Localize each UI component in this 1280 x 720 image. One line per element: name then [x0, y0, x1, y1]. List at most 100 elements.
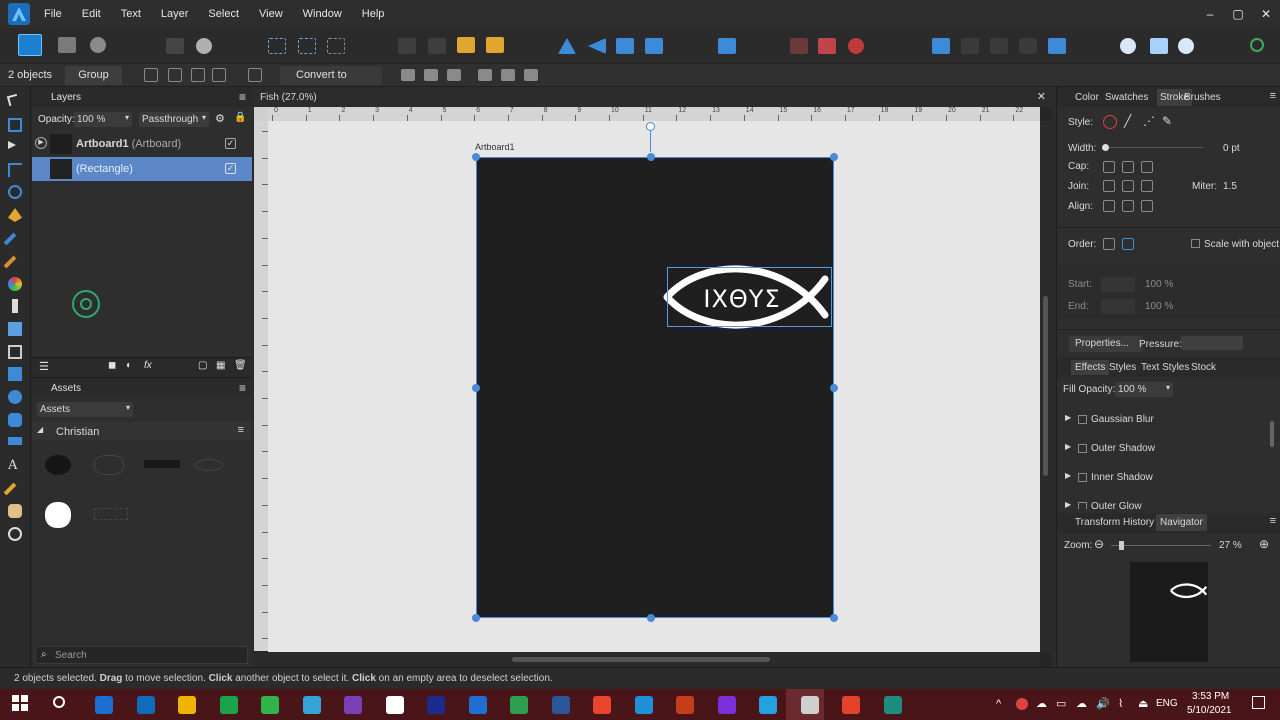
selection-box-icon[interactable]	[144, 68, 158, 82]
taskbar-app-icon[interactable]	[759, 696, 777, 714]
align-center-stroke-icon[interactable]	[1103, 200, 1115, 212]
add-layer-icon[interactable]: ▢	[198, 360, 207, 371]
taskbar-app-icon[interactable]	[178, 696, 196, 714]
flip-horizontal-icon[interactable]	[558, 38, 576, 54]
taskbar-app-icon[interactable]	[510, 696, 528, 714]
asset-splat-icon[interactable]	[45, 455, 71, 475]
arrange-backward-icon[interactable]	[428, 38, 446, 54]
texture-line-icon[interactable]: ✎	[1162, 114, 1172, 128]
show-hidden-icons-icon[interactable]: ^	[996, 698, 1001, 710]
snapping-icon[interactable]	[166, 38, 184, 54]
blend-mode-dropdown[interactable]: Passthrough ▾	[139, 112, 209, 127]
clock-time[interactable]: 3:53 PM	[1192, 691, 1229, 702]
asset-ellipse-icon[interactable]	[195, 459, 223, 471]
visibility-checkbox[interactable]: ✓	[225, 163, 236, 174]
end-scale-value[interactable]: 100 %	[1145, 301, 1173, 312]
width-slider-thumb[interactable]	[1102, 144, 1109, 151]
user-account-icon[interactable]	[1250, 38, 1264, 52]
search-icon[interactable]	[53, 696, 65, 708]
selection-anchor-icon[interactable]	[191, 68, 205, 82]
boolean-xor-icon[interactable]	[1019, 38, 1037, 54]
language-indicator[interactable]: ENG	[1156, 698, 1178, 709]
rotate-right-icon[interactable]	[645, 38, 663, 54]
transform-origin-icon[interactable]	[248, 68, 262, 82]
align-inside-stroke-icon[interactable]	[1122, 200, 1134, 212]
view-tool-icon[interactable]	[8, 504, 22, 518]
menu-edit[interactable]: Edit	[82, 8, 117, 20]
taskbar-app-icon[interactable]	[136, 696, 155, 714]
wifi-icon[interactable]: ⌇	[1118, 697, 1123, 710]
battery-icon[interactable]: ▭	[1056, 697, 1066, 710]
layers-tab[interactable]: Layers	[51, 92, 81, 103]
clip-icon[interactable]	[1150, 38, 1168, 54]
weather-icon[interactable]: ☁	[1036, 697, 1047, 710]
node-tool-icon[interactable]	[8, 141, 16, 149]
panel-menu-icon[interactable]: ≡	[239, 381, 246, 395]
menu-window[interactable]: Window	[303, 8, 358, 20]
transform-icon-3[interactable]	[327, 38, 345, 54]
tab-text-styles[interactable]: Text Styles	[1141, 362, 1189, 373]
visibility-checkbox[interactable]: ✓	[225, 138, 236, 149]
artboard-tool-icon[interactable]	[8, 118, 22, 132]
arrange-front-icon[interactable]	[486, 37, 504, 53]
ruler-origin[interactable]	[254, 107, 268, 121]
boolean-subtract-icon[interactable]	[961, 38, 979, 54]
start-arrow-dropdown[interactable]	[1101, 277, 1135, 292]
horizontal-scrollbar[interactable]	[254, 652, 1040, 667]
taskbar-app-icon[interactable]	[842, 696, 860, 714]
dashed-line-icon[interactable]: ⋰	[1143, 114, 1155, 128]
horizontal-scroll-thumb[interactable]	[512, 657, 770, 662]
width-slider[interactable]	[1102, 144, 1203, 151]
category-menu-icon[interactable]: ≡	[238, 424, 244, 436]
color-picker-tool-icon[interactable]	[3, 482, 17, 496]
ellipse-tool-icon[interactable]	[8, 390, 22, 404]
transform-icon-2[interactable]	[298, 38, 316, 54]
pen-tool-icon[interactable]	[8, 208, 22, 222]
asset-scribble-icon[interactable]	[94, 508, 128, 520]
text-tool-icon[interactable]: A	[8, 459, 22, 473]
miter-join-icon[interactable]	[1103, 180, 1115, 192]
handle-top[interactable]	[647, 153, 655, 161]
group-layer-icon[interactable]: ▦	[216, 360, 225, 371]
outer-shadow-checkbox[interactable]	[1078, 444, 1087, 453]
zoom-out-icon[interactable]: ⊖	[1094, 537, 1104, 551]
pixel-persona-icon[interactable]	[58, 37, 76, 53]
panel-menu-icon[interactable]: ≡	[1270, 515, 1276, 527]
notifications-icon[interactable]	[1252, 696, 1265, 709]
panel-menu-icon[interactable]: ≡	[1270, 90, 1276, 102]
layer-row-rectangle[interactable]: (Rectangle) ✓	[32, 157, 252, 181]
width-value[interactable]: 0 pt	[1223, 143, 1240, 154]
gaussian-blur-checkbox[interactable]	[1078, 415, 1087, 424]
handle-left[interactable]	[472, 384, 480, 392]
menu-help[interactable]: Help	[362, 8, 401, 20]
taskbar-app-icon[interactable]	[551, 696, 570, 714]
group-button[interactable]: Group	[65, 66, 122, 85]
flip-vertical-icon[interactable]	[588, 38, 606, 54]
designer-persona-icon[interactable]	[18, 34, 42, 56]
convert-to-curves-button[interactable]: Convert to Curves	[280, 66, 382, 100]
lock-icon[interactable]: 🔒	[234, 112, 246, 123]
pressure-graph[interactable]	[1181, 336, 1243, 350]
taskbar-app-icon[interactable]	[717, 696, 736, 714]
taskbar-app-icon[interactable]	[883, 696, 902, 714]
transform-icon-1[interactable]	[268, 38, 286, 54]
align-middle-icon[interactable]	[501, 69, 515, 81]
properties-button[interactable]: Properties...	[1069, 336, 1143, 352]
square-cap-icon[interactable]	[1141, 161, 1153, 173]
layer-stack-icon[interactable]: ☰	[39, 360, 49, 373]
document-tab[interactable]: Fish (27.0%) ✕	[254, 87, 1052, 107]
navigator-preview[interactable]	[1130, 562, 1208, 662]
handle-bottom[interactable]	[647, 614, 655, 622]
insert-target-icon[interactable]	[818, 38, 836, 54]
arrow-shape-tool-icon[interactable]	[8, 437, 22, 445]
minimize-button[interactable]: –	[1196, 0, 1224, 28]
rotate-handle[interactable]	[646, 122, 655, 131]
align-right-icon[interactable]	[447, 69, 461, 81]
crop-tool-icon[interactable]	[8, 345, 22, 359]
zoom-tool-icon[interactable]	[8, 527, 22, 541]
asset-category-header[interactable]: ◢ Christian ≡	[32, 422, 252, 440]
arrange-back-icon[interactable]	[398, 38, 416, 54]
menu-view[interactable]: View	[259, 8, 299, 20]
record-icon[interactable]	[1016, 698, 1028, 710]
handle-right[interactable]	[830, 384, 838, 392]
